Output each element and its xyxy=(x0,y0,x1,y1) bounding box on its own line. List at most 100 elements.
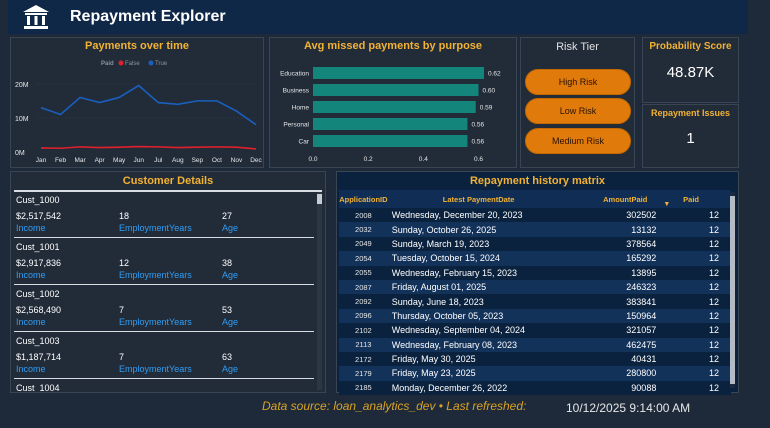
matrix-row[interactable]: 2096 Thursday, October 05, 2023 150964 12 xyxy=(339,308,731,324)
cell-applicationid: 2102 xyxy=(339,323,388,338)
repayment-issues-title: Repayment Issues xyxy=(650,108,731,118)
x-tick-label: Apr xyxy=(95,157,106,164)
avg-missed-title: Avg missed payments by purpose xyxy=(303,40,483,52)
customer-age-label: Age xyxy=(222,317,239,327)
customer-record[interactable]: Cust_1004 xyxy=(14,380,314,392)
cell-paid: 12 xyxy=(660,236,731,252)
bar[interactable] xyxy=(313,101,476,113)
customer-list-scroll-thumb[interactable] xyxy=(317,194,322,204)
matrix-row[interactable]: 2179 Friday, May 23, 2025 280800 12 xyxy=(339,366,731,381)
footer-data-source: Data source: loan_analytics_dev • Last r… xyxy=(262,399,527,413)
x-tick-label: Mar xyxy=(74,157,86,164)
customer-list-scrollbar[interactable] xyxy=(317,192,322,390)
matrix-row[interactable]: 2032 Sunday, October 26, 2025 13132 12 xyxy=(339,222,731,237)
col-header-applicationid[interactable]: ApplicationID xyxy=(339,190,388,208)
y-tick-label: 0M xyxy=(15,150,25,157)
y-tick-label: 20M xyxy=(15,82,29,89)
cell-latest-paymentdate: Wednesday, September 04, 2024 xyxy=(387,323,570,338)
matrix-row[interactable]: 2055 Wednesday, February 15, 2023 13895 12 xyxy=(339,265,731,280)
risk-tier-title: Risk Tier xyxy=(556,41,599,53)
customer-age-value: 63 xyxy=(222,352,233,362)
matrix-scrollbar[interactable] xyxy=(730,192,735,388)
customer-employment-value: 7 xyxy=(119,352,125,362)
sort-desc-icon[interactable]: ▼ xyxy=(663,201,670,208)
matrix-row[interactable]: 2092 Sunday, June 18, 2023 383841 12 xyxy=(339,294,731,309)
risk-tier-low-button[interactable]: Low Risk xyxy=(525,98,631,124)
category-label: Car xyxy=(299,139,310,146)
col-header-paid[interactable]: Paid xyxy=(660,190,731,208)
cell-latest-paymentdate: Sunday, October 26, 2025 xyxy=(387,222,570,237)
footer-timestamp: 10/12/2025 9:14:00 AM xyxy=(566,401,691,415)
cell-latest-paymentdate: Friday, May 23, 2025 xyxy=(387,366,570,381)
col-header-latest-paymentdate[interactable]: Latest PaymentDate xyxy=(387,190,570,208)
cell-applicationid: 2113 xyxy=(339,337,388,352)
category-label: Personal xyxy=(283,122,309,129)
matrix-row[interactable]: 2185 Monday, December 26, 2022 90088 12 xyxy=(339,380,731,396)
x-tick-label: Oct xyxy=(212,157,222,164)
customer-employment-value: 12 xyxy=(119,258,130,268)
cell-paid: 12 xyxy=(660,251,731,266)
col-header-amountpaid[interactable]: AmountPaid ▼ xyxy=(569,190,670,208)
matrix-row[interactable]: 2172 Friday, May 30, 2025 40431 12 xyxy=(339,351,731,367)
cell-latest-paymentdate: Tuesday, October 15, 2024 xyxy=(387,251,570,266)
customer-details-panel: Customer Details Cust_1000 $2,517,542 18 27… xyxy=(10,171,326,393)
cell-latest-paymentdate: Thursday, October 05, 2023 xyxy=(387,308,570,324)
cell-applicationid: 2032 xyxy=(339,222,388,237)
payments-line-chart[interactable]: Paid False True 0M 10M 20M Jan Feb Mar Apr May Jun J… xyxy=(11,55,263,167)
customer-income-label: Income xyxy=(16,223,46,233)
cell-applicationid: 2087 xyxy=(339,279,388,295)
legend-label: True xyxy=(155,61,168,67)
data-label: 0.60 xyxy=(482,88,495,95)
customer-income-value: $1,187,714 xyxy=(16,352,62,362)
risk-tier-high-button[interactable]: High Risk xyxy=(525,69,631,95)
bar[interactable] xyxy=(313,135,468,147)
bar[interactable] xyxy=(313,67,484,79)
risk-tier-medium-button[interactable]: Medium Risk xyxy=(525,128,631,154)
cell-paid: 12 xyxy=(660,308,731,324)
avg-missed-bar-chart[interactable]: Education 0.62 Business 0.60 Home 0.59 Persona… xyxy=(270,55,516,167)
cell-paid: 12 xyxy=(660,380,731,396)
matrix-row[interactable]: 2113 Wednesday, February 08, 2023 462475 12 xyxy=(339,337,731,352)
customer-id: Cust_1003 xyxy=(16,336,60,346)
matrix-scroll-thumb[interactable] xyxy=(730,196,735,384)
cell-amountpaid: 280800 xyxy=(569,366,661,381)
matrix-row[interactable]: 2087 Friday, August 01, 2025 246323 12 xyxy=(339,279,731,295)
cell-paid: 12 xyxy=(660,208,731,223)
customer-employment-value: 18 xyxy=(119,211,130,221)
cell-latest-paymentdate: Friday, May 30, 2025 xyxy=(387,351,570,367)
risk-tier-slicer: Risk Tier High Risk Low Risk Medium Risk xyxy=(520,37,635,168)
matrix-row[interactable]: 2054 Tuesday, October 15, 2024 165292 12 xyxy=(339,251,731,266)
cell-applicationid: 2054 xyxy=(339,251,388,266)
customer-income-value: $2,568,490 xyxy=(16,305,62,315)
cell-applicationid: 2172 xyxy=(339,351,388,367)
probability-score-title: Probability Score xyxy=(649,41,732,52)
avg-missed-panel: Avg missed payments by purpose Education… xyxy=(269,37,517,168)
customer-record[interactable]: Cust_1002 $2,568,490 7 53 Income EmploymentYe… xyxy=(14,286,314,332)
cell-amountpaid: 378564 xyxy=(569,236,661,252)
cell-latest-paymentdate: Wednesday, December 20, 2023 xyxy=(387,208,570,223)
matrix-row[interactable]: 2102 Wednesday, September 04, 2024 321057 1… xyxy=(339,323,731,338)
cell-latest-paymentdate: Friday, August 01, 2025 xyxy=(387,279,570,295)
cell-applicationid: 2179 xyxy=(339,366,388,381)
bar[interactable] xyxy=(313,118,468,130)
customer-record[interactable]: Cust_1000 $2,517,542 18 27 Income EmploymentY… xyxy=(14,192,314,238)
matrix-row[interactable]: 2008 Wednesday, December 20, 2023 302502 12 xyxy=(339,208,731,223)
customer-income-label: Income xyxy=(16,364,46,374)
customer-record[interactable]: Cust_1003 $1,187,714 7 63 Income EmploymentYe… xyxy=(14,333,314,379)
bar[interactable] xyxy=(313,84,479,96)
payments-over-time-panel: Payments over time Paid False True 0M 10M 20M… xyxy=(10,37,264,168)
repayment-issues-value: 1 xyxy=(686,130,695,147)
cell-latest-paymentdate: Wednesday, February 15, 2023 xyxy=(387,265,570,280)
customer-list[interactable]: Cust_1000 $2,517,542 18 27 Income EmploymentY… xyxy=(14,192,314,392)
customer-record[interactable]: Cust_1001 $2,917,836 12 38 Income EmploymentY… xyxy=(14,239,314,285)
cell-paid: 12 xyxy=(660,222,731,237)
customer-income-value: $2,917,836 xyxy=(16,258,62,268)
x-tick-label: Jun xyxy=(133,157,144,164)
customer-age-value: 53 xyxy=(222,305,233,315)
matrix-row[interactable]: 2049 Sunday, March 19, 2023 378564 12 xyxy=(339,236,731,252)
cell-amountpaid: 462475 xyxy=(569,337,661,352)
cell-paid: 12 xyxy=(660,351,731,367)
cell-amountpaid: 321057 xyxy=(569,323,661,338)
cell-latest-paymentdate: Wednesday, February 08, 2023 xyxy=(387,337,570,352)
customer-age-value: 38 xyxy=(222,258,233,268)
